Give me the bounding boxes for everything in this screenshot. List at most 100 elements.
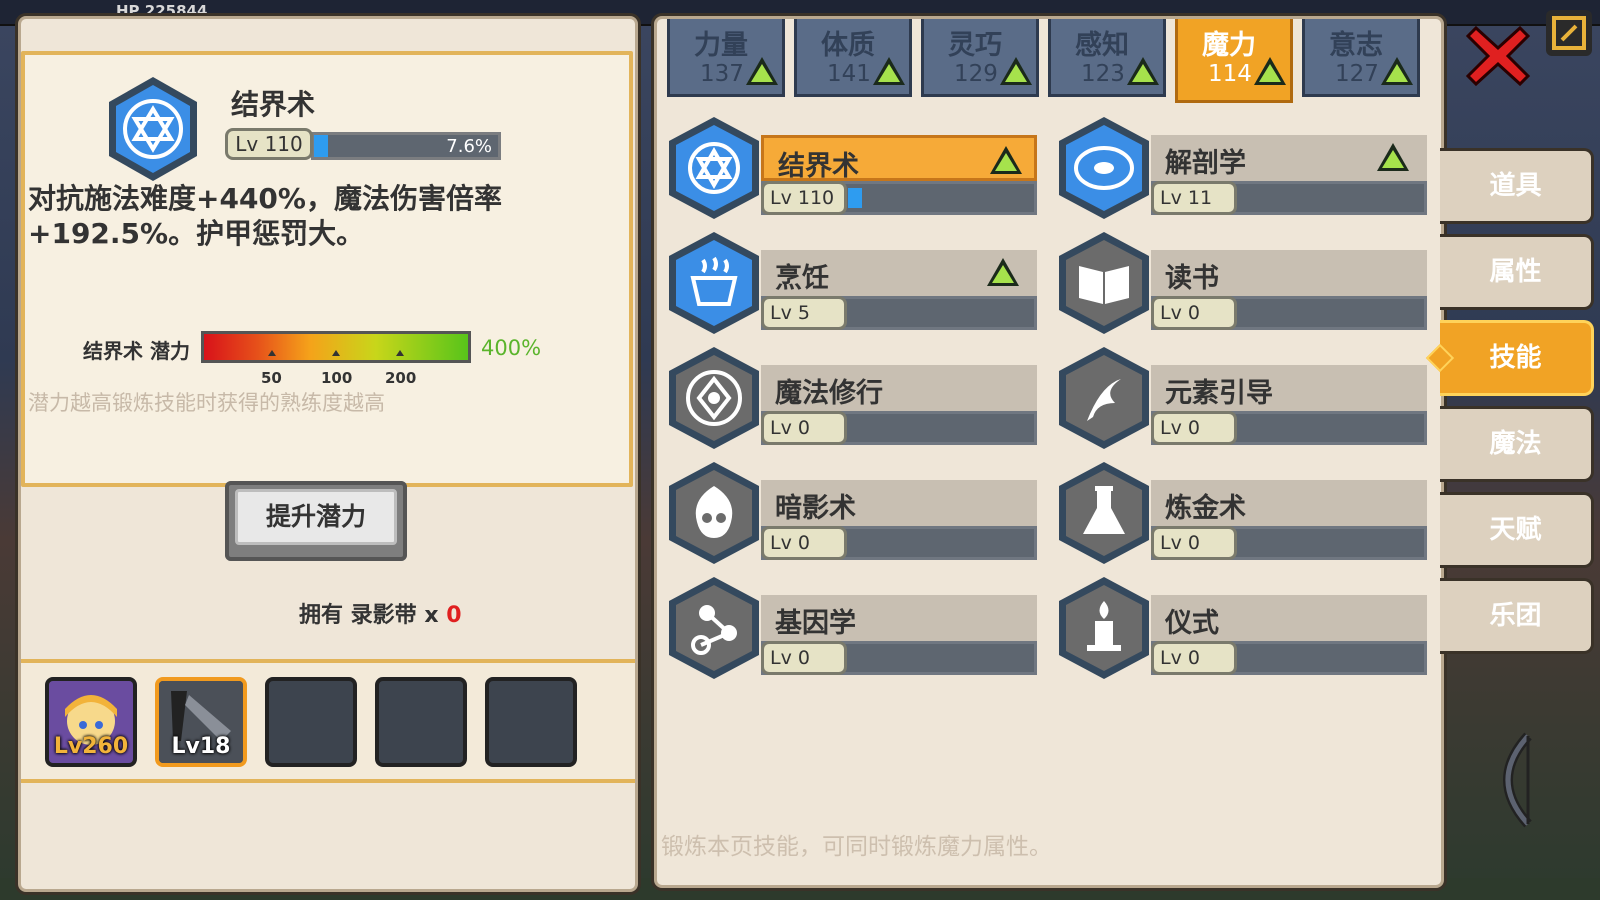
skill-progress-track: 7.6% xyxy=(311,132,501,160)
stat-name: 灵巧 xyxy=(948,30,1002,61)
skill-progress-track: Lv 0 xyxy=(761,526,1037,560)
meat-icon xyxy=(1059,117,1149,219)
skill-info-card: 结界术 7.6% Lv 110 对抗施法难度+440%，魔法伤害倍率+192.5… xyxy=(21,51,633,487)
skill-progress-track: Lv 5 xyxy=(761,296,1037,330)
skill-name: 魔法修行 xyxy=(775,378,883,409)
skill-progress-track: Lv 0 xyxy=(761,641,1037,675)
skill-card[interactable]: 暗影术 Lv 0 xyxy=(667,460,1037,570)
skill-progress-fill xyxy=(314,135,328,157)
swirl-icon xyxy=(1059,347,1149,449)
skill-progress-track: Lv 110 xyxy=(761,181,1037,215)
level-up-arrow-fill xyxy=(992,265,1014,283)
side-tab-3[interactable]: 魔法 xyxy=(1440,406,1594,482)
skill-name: 暗影术 xyxy=(775,493,856,524)
rune-icon xyxy=(669,347,759,449)
map-icon[interactable] xyxy=(1546,10,1592,56)
molecule-icon xyxy=(669,577,759,679)
skill-name: 烹饪 xyxy=(775,263,829,294)
skill-name-bar: 元素引导 xyxy=(1151,365,1427,411)
hexagram-icon xyxy=(109,77,197,181)
level-up-arrow-icon xyxy=(1127,57,1159,85)
skill-card[interactable]: 结界术 Lv 110 xyxy=(667,115,1037,225)
level-up-arrow-icon xyxy=(987,258,1019,286)
skill-level-pill: Lv 110 xyxy=(225,128,313,160)
skill-name: 元素引导 xyxy=(1165,378,1273,409)
skill-name: 基因学 xyxy=(775,608,856,639)
skill-level: Lv 0 xyxy=(1151,411,1237,445)
skill-name: 解剖学 xyxy=(1165,148,1246,179)
skill-progress-track: Lv 0 xyxy=(1151,411,1427,445)
slot-empty[interactable] xyxy=(375,677,467,767)
flask-icon xyxy=(1059,462,1149,564)
slot-item[interactable]: Lv18 xyxy=(155,677,247,767)
skill-card[interactable]: 元素引导 Lv 0 xyxy=(1057,345,1427,455)
skill-card[interactable]: 读书 Lv 0 xyxy=(1057,230,1427,340)
owned-tapes-count: 拥有 录影带 x 0 xyxy=(299,597,462,629)
skill-name-bar: 魔法修行 xyxy=(761,365,1037,411)
raise-potential-button[interactable]: 提升潜力 xyxy=(225,481,407,561)
level-up-arrow-fill xyxy=(1132,64,1154,82)
stat-value: 114 xyxy=(1208,61,1252,87)
skill-progress-track: Lv 0 xyxy=(1151,526,1427,560)
level-up-arrow-fill xyxy=(995,153,1017,171)
side-tab-0[interactable]: 道具 xyxy=(1440,148,1594,224)
skill-progress-track: Lv 0 xyxy=(761,411,1037,445)
skill-level: Lv 0 xyxy=(1151,641,1237,675)
skill-card[interactable]: 魔法修行 Lv 0 xyxy=(667,345,1037,455)
skill-card[interactable]: 解剖学 Lv 11 xyxy=(1057,115,1427,225)
stat-value: 137 xyxy=(700,61,744,87)
skill-name-bar: 炼金术 xyxy=(1151,480,1427,526)
potential-value: 400% xyxy=(481,336,542,360)
tab-stat-2[interactable]: 灵巧 129 xyxy=(921,19,1039,97)
skills-panel: 力量 137 体质 141 灵巧 129 感知 123 魔力 114 意志 127 结界术 Lv 110… xyxy=(654,16,1444,888)
skill-title: 结界术 xyxy=(231,88,316,121)
pot-icon xyxy=(669,232,759,334)
skill-name-bar: 烹饪 xyxy=(761,250,1037,296)
level-up-arrow-icon xyxy=(1254,57,1286,85)
skill-name-bar: 解剖学 xyxy=(1151,135,1427,181)
skill-card[interactable]: 烹饪 Lv 5 xyxy=(667,230,1037,340)
bow-icon[interactable] xyxy=(1478,730,1558,830)
side-tab-1[interactable]: 属性 xyxy=(1440,234,1594,310)
tab-stat-1[interactable]: 体质 141 xyxy=(794,19,912,97)
skill-progress-pct: 7.6% xyxy=(446,136,492,157)
skill-progress-track: Lv 0 xyxy=(1151,296,1427,330)
potential-tick-label: 50 xyxy=(261,369,282,387)
skill-level: Lv 11 xyxy=(1151,181,1237,215)
side-tab-2[interactable]: 技能 xyxy=(1440,320,1594,396)
stat-name: 体质 xyxy=(821,30,875,61)
side-tab-5[interactable]: 乐团 xyxy=(1440,578,1594,654)
skill-card[interactable]: 基因学 Lv 0 xyxy=(667,575,1037,685)
slot-empty[interactable] xyxy=(485,677,577,767)
skill-name: 结界术 xyxy=(778,151,859,182)
level-up-arrow-fill xyxy=(1005,64,1027,82)
owned-tapes-value: 0 xyxy=(446,603,462,628)
close-icon[interactable] xyxy=(1466,24,1530,88)
skill-detail-panel: 结界术 7.6% Lv 110 对抗施法难度+440%，魔法伤害倍率+192.5… xyxy=(18,16,638,892)
slot-empty[interactable] xyxy=(265,677,357,767)
stat-value: 127 xyxy=(1335,61,1379,87)
skill-name-bar: 暗影术 xyxy=(761,480,1037,526)
skill-card[interactable]: 仪式 Lv 0 xyxy=(1057,575,1427,685)
side-tab-4[interactable]: 天赋 xyxy=(1440,492,1594,568)
hexagram-icon xyxy=(669,117,759,219)
tab-stat-4[interactable]: 魔力 114 xyxy=(1175,19,1293,103)
level-up-arrow-icon xyxy=(990,146,1022,174)
skill-name: 仪式 xyxy=(1165,608,1219,639)
tab-stat-3[interactable]: 感知 123 xyxy=(1048,19,1166,97)
skull-flame-icon xyxy=(669,462,759,564)
skill-card[interactable]: 炼金术 Lv 0 xyxy=(1057,460,1427,570)
slot-hero[interactable]: Lv260 xyxy=(45,677,137,767)
stat-name: 感知 xyxy=(1075,30,1129,61)
skill-name-bar: 基因学 xyxy=(761,595,1037,641)
stat-value: 141 xyxy=(827,61,871,87)
skill-progress-track: Lv 0 xyxy=(1151,641,1427,675)
skill-name-bar: 读书 xyxy=(1151,250,1427,296)
tab-stat-5[interactable]: 意志 127 xyxy=(1302,19,1420,97)
potential-label: 结界术 潜力 xyxy=(83,339,190,363)
tab-stat-0[interactable]: 力量 137 xyxy=(667,19,785,97)
footer-note: 锻炼本页技能，可同时锻炼魔力属性。 xyxy=(661,834,1052,860)
skill-level: Lv 0 xyxy=(1151,526,1237,560)
level-up-arrow-icon xyxy=(746,57,778,85)
book-icon xyxy=(1059,232,1149,334)
